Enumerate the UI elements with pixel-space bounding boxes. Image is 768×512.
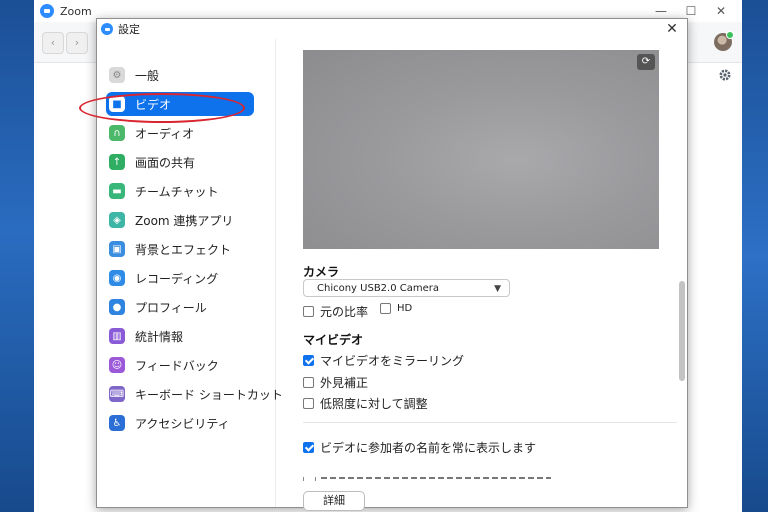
always-show-names-checkbox[interactable] — [303, 442, 314, 453]
settings-dialog: 設定 ✕ ⚙ 一般 ■ ビデオ ∩ オーディオ ↑ 画面の共有 ▬ チームチャット ◈ Zoom 連携… — [79, 18, 688, 511]
mirror-video-checkbox[interactable] — [303, 355, 314, 366]
chat-icon: ▬ — [109, 183, 125, 199]
low-light-label: 低照度に対して調整 — [320, 397, 428, 411]
sidebar-item-feedback[interactable]: ☺ フィードバック — [106, 353, 254, 377]
profile-icon: ● — [109, 299, 125, 315]
sidebar-item-label: キーボード ショートカット — [135, 387, 283, 402]
mirror-video-checkbox-row[interactable]: マイビデオをミラーリング — [303, 352, 464, 369]
gear-icon: ⚙ — [109, 67, 125, 83]
original-ratio-checkbox-row[interactable]: 元の比率 — [303, 303, 368, 320]
sidebar-item-label: フィードバック — [135, 358, 219, 373]
accessibility-icon: ♿ — [109, 415, 125, 431]
touch-up-checkbox[interactable] — [303, 377, 314, 388]
low-light-checkbox-row[interactable]: 低照度に対して調整 — [303, 395, 428, 412]
record-icon: ◉ — [109, 270, 125, 286]
sidebar-item-label: レコーディング — [135, 271, 219, 286]
sidebar-item-label: チームチャット — [135, 184, 219, 199]
sidebar-item-record[interactable]: ◉ レコーディング — [106, 266, 254, 290]
hd-checkbox[interactable] — [380, 303, 391, 314]
sidebar-item-label: ビデオ — [135, 97, 172, 112]
sidebar-item-label: プロフィール — [135, 300, 207, 315]
hd-checkbox-row[interactable]: HD — [380, 303, 412, 314]
feedback-icon: ☺ — [109, 357, 125, 373]
sidebar-item-label: Zoom 連携アプリ — [135, 213, 234, 228]
sidebar-item-label: オーディオ — [135, 126, 195, 141]
sidebar-item-profile[interactable]: ● プロフィール — [106, 295, 254, 319]
sidebar-item-keyboard[interactable]: ⌨ キーボード ショートカット — [106, 382, 283, 406]
zoom-logo-icon — [101, 23, 113, 35]
details-button[interactable]: 詳細 — [303, 491, 365, 511]
always-show-names-label: ビデオに参加者の名前を常に表示します — [320, 441, 537, 455]
close-dialog-button[interactable]: ✕ — [663, 20, 681, 38]
chevron-down-icon: ▼ — [494, 284, 501, 294]
mirror-video-label: マイビデオをミラーリング — [320, 354, 465, 368]
video-preview: ⟳ — [303, 50, 659, 249]
apps-icon: ◈ — [109, 212, 125, 228]
camera-select[interactable]: Chicony USB2.0 Camera ▼ — [303, 279, 510, 297]
hd-label: HD — [397, 303, 413, 314]
settings-sidebar: ⚙ 一般 ■ ビデオ ∩ オーディオ ↑ 画面の共有 ▬ チームチャット ◈ Zoom 連携アプリ ▣ 背… — [79, 39, 283, 507]
statistics-icon: ▥ — [109, 328, 125, 344]
original-ratio-label: 元の比率 — [320, 305, 369, 319]
sidebar-item-gear[interactable]: ⚙ 一般 — [106, 63, 254, 87]
original-ratio-checkbox[interactable] — [303, 306, 314, 317]
video-settings-panel: ⟳ カメラ Chicony USB2.0 Camera ▼ 元の比率 HD マイ… — [277, 39, 687, 511]
sidebar-item-statistics[interactable]: ▥ 統計情報 — [106, 324, 254, 348]
headphones-icon: ∩ — [109, 125, 125, 141]
sidebar-item-background[interactable]: ▣ 背景とエフェクト — [106, 237, 254, 261]
desktop-background-left — [0, 0, 34, 512]
presence-status-icon — [726, 31, 734, 39]
share-screen-icon: ↑ — [109, 154, 125, 170]
settings-gear-icon[interactable] — [718, 68, 732, 82]
background-icon: ▣ — [109, 241, 125, 257]
sidebar-item-apps[interactable]: ◈ Zoom 連携アプリ — [106, 208, 254, 232]
video-camera-icon: ■ — [109, 96, 125, 112]
rotate-camera-icon[interactable]: ⟳ — [637, 54, 655, 70]
sidebar-item-accessibility[interactable]: ♿ アクセシビリティ — [106, 411, 254, 435]
always-show-names-checkbox-row[interactable]: ビデオに参加者の名前を常に表示します — [303, 439, 536, 456]
sidebar-item-chat[interactable]: ▬ チームチャット — [106, 179, 254, 203]
zoom-window-title: Zoom — [60, 4, 92, 18]
dialog-titlebar: 設定 ✕ — [97, 19, 687, 39]
forward-button[interactable]: › — [66, 32, 88, 54]
sidebar-item-label: アクセシビリティ — [135, 416, 230, 431]
dialog-title: 設定 — [118, 23, 140, 36]
keyboard-icon: ⌨ — [109, 386, 125, 402]
zoom-logo-icon — [40, 4, 54, 18]
sidebar-item-label: 一般 — [135, 68, 160, 83]
clipped-setting-row — [303, 477, 563, 481]
desktop-background-right — [742, 0, 768, 512]
sidebar-item-headphones[interactable]: ∩ オーディオ — [106, 121, 254, 145]
sidebar-item-video-camera[interactable]: ■ ビデオ — [106, 92, 254, 116]
sidebar-item-label: 統計情報 — [135, 329, 184, 344]
low-light-checkbox[interactable] — [303, 398, 314, 409]
section-divider — [303, 422, 677, 423]
my-video-section-label: マイビデオ — [303, 333, 364, 347]
scrollbar[interactable] — [679, 281, 685, 381]
camera-select-value: Chicony USB2.0 Camera — [317, 283, 440, 294]
camera-section-label: カメラ — [303, 265, 340, 279]
touch-up-label: 外見補正 — [320, 376, 369, 390]
sidebar-item-label: 画面の共有 — [135, 155, 196, 170]
close-window-button[interactable]: ✕ — [706, 0, 736, 22]
sidebar-item-share-screen[interactable]: ↑ 画面の共有 — [106, 150, 254, 174]
back-button[interactable]: ‹ — [42, 32, 64, 54]
sidebar-item-label: 背景とエフェクト — [135, 242, 232, 257]
touch-up-checkbox-row[interactable]: 外見補正 — [303, 374, 368, 391]
